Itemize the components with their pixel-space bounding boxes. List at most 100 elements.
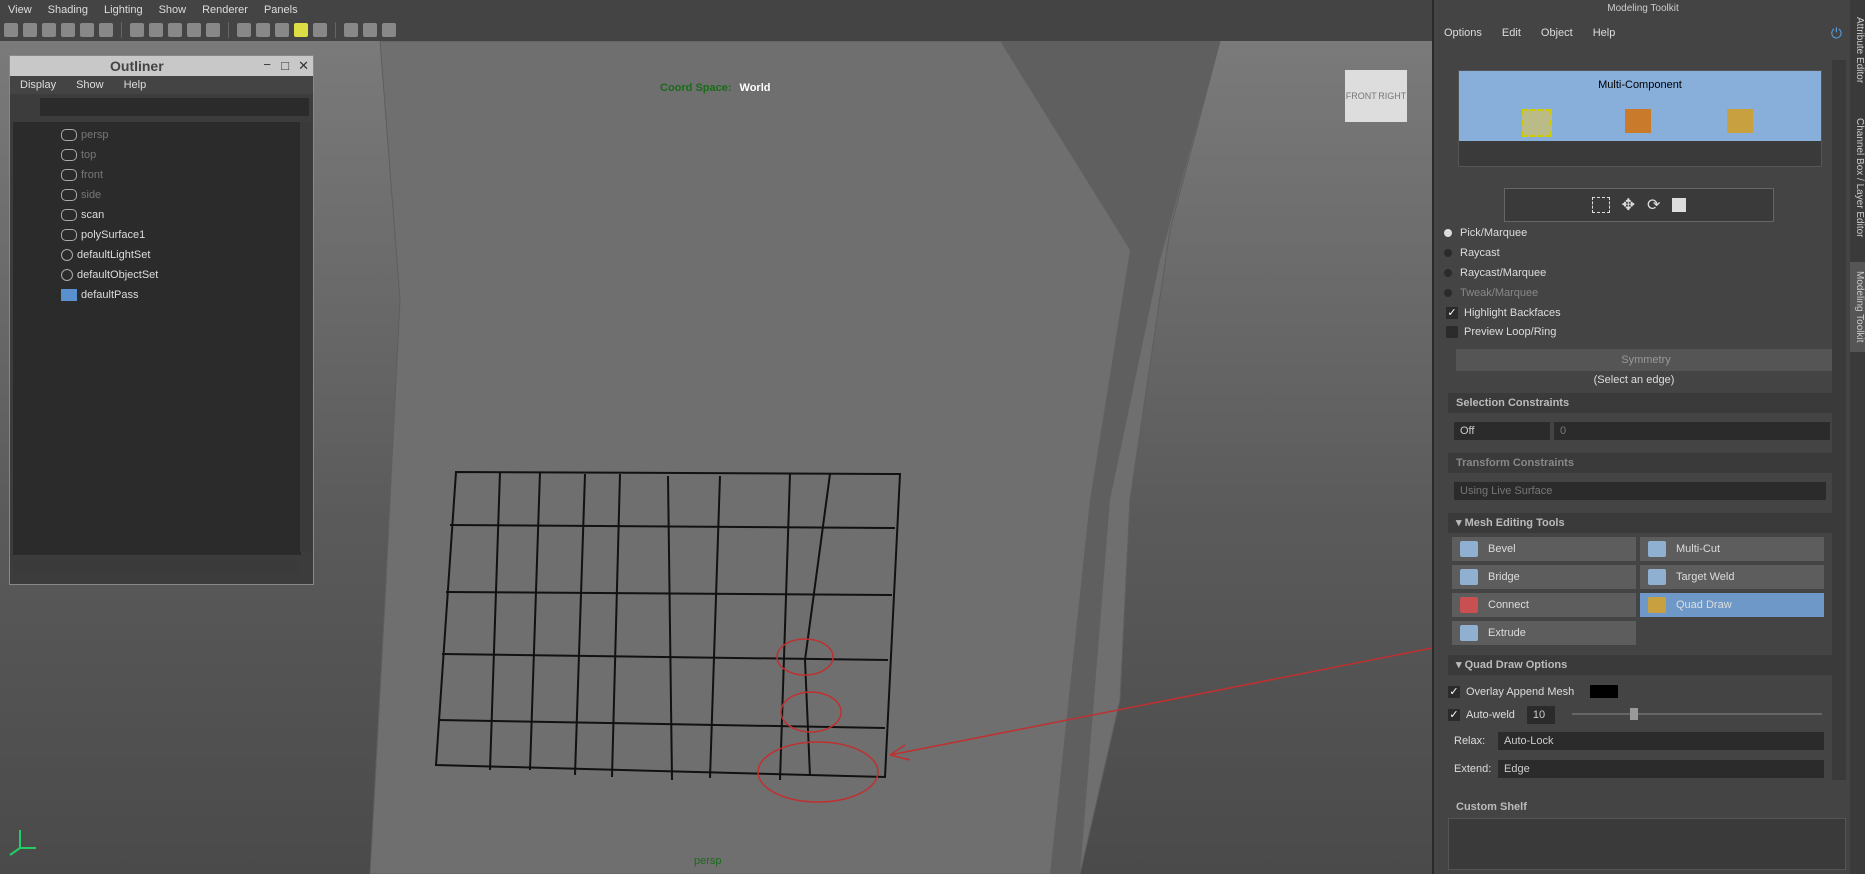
- vertex-mode-icon[interactable]: [1522, 109, 1552, 137]
- extend-row: Extend: Edge: [1454, 759, 1824, 779]
- gamma-icon[interactable]: [363, 23, 377, 37]
- tab-modeling-toolkit[interactable]: Modeling Toolkit: [1850, 262, 1865, 352]
- toolkit-menu-object[interactable]: Object: [1531, 27, 1583, 39]
- ao-icon[interactable]: [275, 23, 289, 37]
- outliner-item[interactable]: scan: [13, 205, 301, 225]
- outliner-item[interactable]: defaultLightSet: [13, 245, 301, 265]
- relax-dropdown[interactable]: Auto-Lock: [1498, 732, 1824, 750]
- select-icon[interactable]: [382, 23, 396, 37]
- outliner-menu-display[interactable]: Display: [10, 76, 66, 94]
- menu-show[interactable]: Show: [151, 4, 195, 16]
- toolkit-menu-edit[interactable]: Edit: [1492, 27, 1531, 39]
- selection-constraint-value[interactable]: 0: [1554, 422, 1830, 440]
- isolate-icon[interactable]: [256, 23, 270, 37]
- uv-mode-icon[interactable]: [1727, 109, 1753, 133]
- outliner-window[interactable]: Outliner ✕ □ − Display Show Help persp t…: [9, 55, 314, 585]
- outliner-item[interactable]: front: [13, 165, 301, 185]
- radio-label: Tweak/Marquee: [1460, 287, 1539, 299]
- target-weld-button[interactable]: Target Weld: [1640, 565, 1824, 589]
- sun-icon[interactable]: [294, 23, 308, 37]
- outliner-item[interactable]: defaultObjectSet: [13, 265, 301, 285]
- extrude-button[interactable]: Extrude: [1452, 621, 1636, 645]
- marquee-icon[interactable]: [1591, 197, 1610, 213]
- rotate-icon[interactable]: ⟳: [1647, 195, 1660, 215]
- view-cube-right[interactable]: RIGHT: [1378, 91, 1406, 101]
- section-custom-shelf[interactable]: Custom Shelf: [1448, 797, 1856, 817]
- menu-view[interactable]: View: [0, 4, 40, 16]
- grid-icon[interactable]: [80, 23, 94, 37]
- multi-cut-button[interactable]: Multi-Cut: [1640, 537, 1824, 561]
- scale-icon[interactable]: [1672, 198, 1687, 212]
- minimize-icon[interactable]: −: [263, 57, 271, 72]
- tab-channel-box[interactable]: Channel Box / Layer Editor: [1850, 108, 1865, 248]
- wireframe-icon[interactable]: [130, 23, 144, 37]
- camera-icon[interactable]: [4, 23, 18, 37]
- checkbox-overlay-append-mesh[interactable]: ✓ Overlay Append Mesh: [1436, 682, 1619, 701]
- camera-attr-icon[interactable]: [23, 23, 37, 37]
- symmetry-button[interactable]: Symmetry: [1456, 349, 1836, 371]
- extend-dropdown[interactable]: Edge: [1498, 760, 1824, 778]
- outliner-titlebar[interactable]: Outliner ✕ □ −: [10, 56, 313, 76]
- connect-button[interactable]: Connect: [1452, 593, 1636, 617]
- transform-constraint-dropdown[interactable]: Using Live Surface: [1454, 482, 1826, 500]
- multi-component-box[interactable]: Multi-Component: [1458, 70, 1822, 167]
- selection-constraint-dropdown[interactable]: Off: [1454, 422, 1550, 440]
- outliner-item[interactable]: persp: [13, 125, 301, 145]
- camera-label: persp: [694, 855, 722, 867]
- maximize-icon[interactable]: □: [281, 58, 289, 73]
- section-mesh-editing-tools[interactable]: ▾ Mesh Editing Tools: [1448, 513, 1836, 533]
- section-transform-constraints[interactable]: Transform Constraints: [1448, 453, 1836, 473]
- textured-icon[interactable]: [168, 23, 182, 37]
- outliner-menu-help[interactable]: Help: [114, 76, 157, 94]
- menu-panels[interactable]: Panels: [256, 4, 306, 16]
- sphere-icon[interactable]: [313, 23, 327, 37]
- menu-renderer[interactable]: Renderer: [194, 4, 256, 16]
- radio-raycast[interactable]: Raycast: [1434, 243, 1834, 263]
- toolkit-menu-options[interactable]: Options: [1434, 27, 1492, 39]
- close-icon[interactable]: ✕: [298, 58, 309, 74]
- checkbox-auto-weld[interactable]: ✓ Auto-weld 10: [1436, 705, 1555, 724]
- radio-tweak-marquee[interactable]: Tweak/Marquee: [1434, 283, 1834, 303]
- view-cube-front[interactable]: FRONT: [1346, 91, 1377, 101]
- tab-attribute-editor[interactable]: Attribute Editor: [1850, 10, 1865, 90]
- auto-weld-slider[interactable]: [1572, 713, 1822, 715]
- smooth-shade-icon[interactable]: [149, 23, 163, 37]
- auto-weld-slider-handle[interactable]: [1630, 708, 1638, 720]
- film-gate-icon[interactable]: [99, 23, 113, 37]
- radio-pick-marquee[interactable]: Pick/Marquee: [1434, 223, 1834, 243]
- checkbox-preview-loop[interactable]: Preview Loop/Ring: [1434, 322, 1834, 341]
- outliner-hscrollbar[interactable]: [13, 561, 299, 573]
- power-icon[interactable]: ⏻: [1821, 25, 1852, 42]
- bridge-button[interactable]: Bridge: [1452, 565, 1636, 589]
- checkbox-highlight-backfaces[interactable]: ✓ Highlight Backfaces: [1434, 303, 1834, 322]
- outliner-item[interactable]: side: [13, 185, 301, 205]
- outliner-filter-input[interactable]: [40, 98, 309, 116]
- quad-draw-button[interactable]: Quad Draw: [1640, 593, 1824, 617]
- toolkit-scrollbar[interactable]: [1832, 60, 1846, 780]
- toolkit-menu-help[interactable]: Help: [1583, 27, 1626, 39]
- lights-icon[interactable]: [187, 23, 201, 37]
- xray-icon[interactable]: [237, 23, 251, 37]
- outliner-item[interactable]: polySurface1: [13, 225, 301, 245]
- bookmark-icon[interactable]: [42, 23, 56, 37]
- menu-shading[interactable]: Shading: [40, 4, 96, 16]
- bevel-button[interactable]: Bevel: [1452, 537, 1636, 561]
- image-plane-icon[interactable]: [61, 23, 75, 37]
- outliner-item[interactable]: defaultPass: [13, 285, 301, 305]
- custom-shelf-area[interactable]: [1448, 818, 1846, 870]
- move-icon[interactable]: ✥: [1622, 195, 1635, 215]
- section-selection-constraints[interactable]: Selection Constraints: [1448, 393, 1836, 413]
- outliner-menu-show[interactable]: Show: [66, 76, 114, 94]
- overlay-color-swatch[interactable]: [1590, 685, 1619, 698]
- shadows-icon[interactable]: [206, 23, 220, 37]
- view-cube[interactable]: FRONT RIGHT: [1345, 70, 1407, 122]
- radio-raycast-marquee[interactable]: Raycast/Marquee: [1434, 263, 1834, 283]
- outliner-item[interactable]: top: [13, 145, 301, 165]
- outliner-item-label: front: [81, 169, 104, 181]
- face-mode-icon[interactable]: [1625, 109, 1651, 133]
- outliner-vscrollbar[interactable]: [300, 122, 312, 552]
- auto-weld-value[interactable]: 10: [1526, 705, 1555, 724]
- section-quad-draw-options[interactable]: ▾ Quad Draw Options: [1448, 655, 1836, 675]
- menu-lighting[interactable]: Lighting: [96, 4, 151, 16]
- resolution-icon[interactable]: [344, 23, 358, 37]
